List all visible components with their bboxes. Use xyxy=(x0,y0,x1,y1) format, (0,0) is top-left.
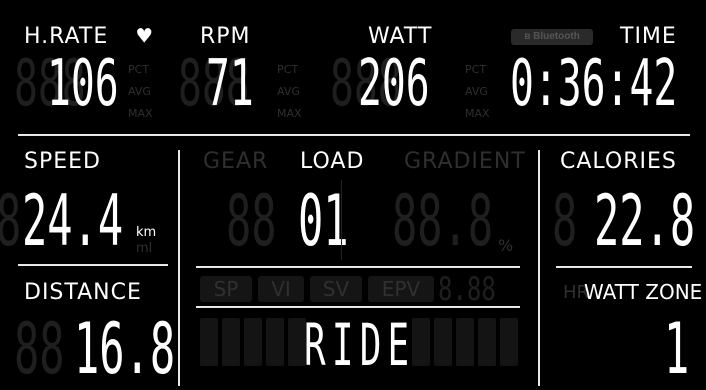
matrix-cell xyxy=(456,318,474,366)
gradient-ghost-digits: 88.8 xyxy=(392,180,494,262)
calories-value: 22.8 xyxy=(594,180,696,262)
distance-value: 16.8 xyxy=(74,308,176,390)
tag-vi: VI xyxy=(258,276,304,302)
time-label: TIME xyxy=(620,24,677,49)
watt-zone-value: 1 xyxy=(664,308,690,390)
matrix-cell xyxy=(200,318,218,366)
gradient-label: GRADIENT xyxy=(404,149,526,174)
gear-label: GEAR xyxy=(203,149,269,174)
center-divider-top xyxy=(196,266,520,268)
heart-rate-value: 106 xyxy=(47,47,119,121)
matrix-cell xyxy=(222,318,240,366)
matrix-cell xyxy=(244,318,262,366)
rpm-pct: PCT xyxy=(277,63,299,76)
watt-label: WATT xyxy=(368,24,433,49)
matrix-cell xyxy=(478,318,496,366)
heart-rate-max: MAX xyxy=(128,107,153,120)
heart-rate-avg: AVG xyxy=(128,85,151,98)
gear-ghost-digits: 88 xyxy=(226,180,277,262)
tag-epv: EPV xyxy=(368,276,434,302)
bluetooth-badge: ʙ Bluetooth xyxy=(511,29,593,45)
bluetooth-label: Bluetooth xyxy=(533,31,580,42)
watt-zone-label: WATT ZONE xyxy=(584,280,703,304)
left-divider xyxy=(18,264,168,266)
time-value: 0:36:42 xyxy=(510,47,678,121)
rpm-max: MAX xyxy=(277,107,302,120)
watt-avg: AVG xyxy=(465,85,488,98)
distance-ghost-digits: 88 xyxy=(14,308,65,390)
heart-rate-pct: PCT xyxy=(128,63,150,76)
center-divider-bottom xyxy=(196,306,520,308)
calories-ghost-digits: 8 xyxy=(552,180,578,262)
matrix-cell xyxy=(266,318,284,366)
rpm-avg: AVG xyxy=(277,85,300,98)
heart-icon: ♥ xyxy=(137,22,152,50)
tag-sp: SP xyxy=(200,276,252,302)
speed-label: SPEED xyxy=(24,149,101,174)
rpm-label: RPM xyxy=(200,24,251,49)
mode-text: RIDE xyxy=(304,311,416,379)
heart-rate-label: H.RATE xyxy=(24,24,109,49)
rpm-value: 71 xyxy=(206,47,254,121)
top-divider xyxy=(18,134,690,136)
right-divider xyxy=(556,266,692,268)
watt-value: 206 xyxy=(358,47,430,121)
load-label: LOAD xyxy=(300,149,365,174)
speed-unit-ml: ml xyxy=(136,241,153,256)
matrix-cell xyxy=(434,318,452,366)
tag-ghost-digits: 8.88 xyxy=(438,270,496,308)
right-column-divider xyxy=(538,150,540,386)
gradient-percent: % xyxy=(498,236,514,255)
speed-value: 24.4 xyxy=(22,180,124,262)
speed-unit-km: km xyxy=(136,225,157,240)
load-separator xyxy=(341,180,342,260)
matrix-cell xyxy=(500,318,518,366)
watt-max: MAX xyxy=(465,107,490,120)
left-column-divider xyxy=(178,150,180,386)
distance-label: DISTANCE xyxy=(24,280,142,305)
calories-label: CALORIES xyxy=(560,149,677,174)
bluetooth-icon: ʙ xyxy=(524,31,534,42)
speed-ghost-digits: 8 xyxy=(0,186,21,256)
watt-pct: PCT xyxy=(465,63,487,76)
tag-sv: SV xyxy=(310,276,362,302)
